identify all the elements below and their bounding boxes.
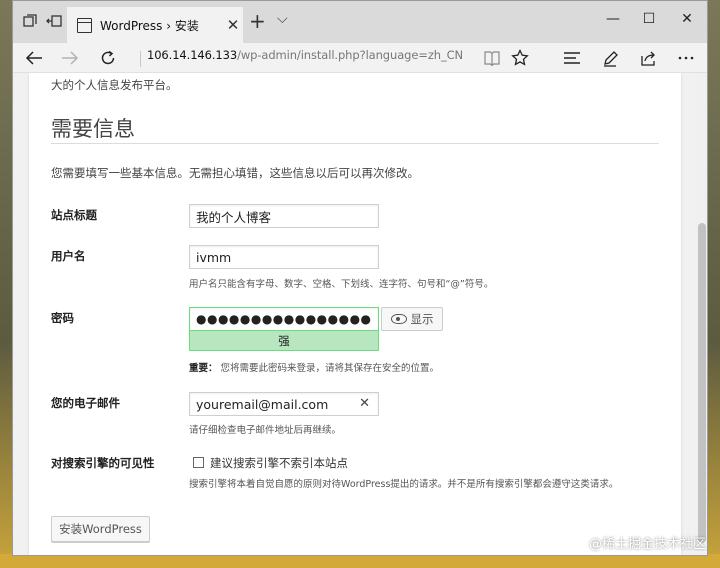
username-label: 用户名 <box>51 249 86 263</box>
maximize-button[interactable]: ☐ <box>637 11 661 27</box>
clear-input-icon[interactable]: ✕ <box>359 396 370 411</box>
web-note-icon[interactable] <box>597 45 623 71</box>
password-label: 密码 <box>51 311 74 325</box>
tab-bar: WordPress › 安装 ✕ + ⌵ — ☐ ✕ <box>13 1 707 43</box>
heading-divider <box>51 143 659 144</box>
password-hint: 重要： 您将需要此密码来登录，请将其保存在安全的位置。 <box>189 360 439 374</box>
site-title-value: 我的个人博客 <box>196 209 272 225</box>
page-viewport: 大的个人信息发布平台。 需要信息 您需要填写一些基本信息。无需担心填错，这些信息… <box>13 73 695 555</box>
install-wordpress-button[interactable]: 安装WordPress <box>51 516 150 542</box>
site-title-input[interactable]: 我的个人博客 <box>189 204 379 228</box>
show-password-button[interactable]: 显示 <box>381 307 443 331</box>
username-hint: 用户名只能含有字母、数字、空格、下划线、连字符、句号和“@”符号。 <box>189 279 494 290</box>
refresh-icon[interactable] <box>95 45 121 71</box>
browser-window: WordPress › 安装 ✕ + ⌵ — ☐ ✕ 106.14.146.13… <box>12 0 708 556</box>
close-window-button[interactable]: ✕ <box>675 11 699 27</box>
visibility-label: 对搜索引擎的可见性 <box>51 456 155 470</box>
page-icon <box>77 17 92 33</box>
more-options-icon[interactable] <box>673 45 699 71</box>
site-title-label: 站点标题 <box>51 208 97 222</box>
desktop-background-bottom <box>0 554 720 568</box>
scrollbar-thumb[interactable] <box>698 223 706 543</box>
page-heading: 需要信息 <box>51 117 135 141</box>
forward-arrow-icon[interactable] <box>57 45 83 71</box>
noindex-checkbox-label[interactable]: 建议搜索引擎不索引本站点 <box>210 455 348 471</box>
email-label: 您的电子邮件 <box>51 396 120 410</box>
share-icon[interactable] <box>635 45 661 71</box>
tab-list-icon[interactable] <box>19 10 41 32</box>
back-arrow-icon[interactable] <box>21 45 47 71</box>
show-password-label: 显示 <box>410 312 434 326</box>
set-aside-tabs-icon[interactable] <box>43 10 65 32</box>
password-hint-important: 重要： <box>189 363 218 374</box>
minimize-button[interactable]: — <box>601 11 625 27</box>
address-bar[interactable]: 106.14.146.133/wp-admin/install.php?lang… <box>147 48 463 62</box>
url-host: 106.14.146.133 <box>147 48 238 62</box>
email-hint: 请仔细检查电子邮件地址后再继续。 <box>189 425 342 436</box>
email-value: youremail@mail.com <box>196 396 329 412</box>
email-input[interactable]: youremail@mail.com ✕ <box>189 392 379 416</box>
username-input[interactable]: ivmm <box>189 245 379 269</box>
tab-title: WordPress › 安装 <box>100 18 199 33</box>
eye-icon <box>390 314 407 324</box>
tab-wordpress-install[interactable]: WordPress › 安装 ✕ <box>67 7 243 43</box>
username-value: ivmm <box>196 249 232 265</box>
navigation-bar: 106.14.146.133/wp-admin/install.php?lang… <box>13 43 707 73</box>
install-form-card: 大的个人信息发布平台。 需要信息 您需要填写一些基本信息。无需担心填错，这些信息… <box>29 73 681 555</box>
reading-view-icon[interactable] <box>479 45 505 71</box>
noindex-checkbox[interactable] <box>193 457 204 468</box>
new-tab-button[interactable]: + <box>249 9 266 33</box>
watermark: @稀土掘金技术社区 <box>588 537 706 552</box>
intro-text: 大的个人信息发布平台。 <box>51 78 178 92</box>
tab-preview-chevron-icon[interactable]: ⌵ <box>277 11 288 27</box>
tab-close-icon[interactable]: ✕ <box>223 16 243 34</box>
password-value: ●●●●●●●●●●●●●●●● <box>196 312 372 326</box>
password-hint-text: 您将需要此密码来登录，请将其保存在安全的位置。 <box>220 363 440 374</box>
desktop-background-right <box>706 0 720 568</box>
password-input[interactable]: ●●●●●●●●●●●●●●●● <box>189 307 379 331</box>
address-separator <box>140 51 141 67</box>
favorite-star-icon[interactable] <box>507 45 533 71</box>
form-description: 您需要填写一些基本信息。无需担心填错，这些信息以后可以再次修改。 <box>51 166 419 180</box>
visibility-hint: 搜索引擎将本着自觉自愿的原则对待WordPress提出的请求。并不是所有搜索引擎… <box>189 479 619 490</box>
url-path: /wp-admin/install.php?language=zh_CN <box>237 48 464 62</box>
vertical-scrollbar[interactable] <box>695 73 707 555</box>
hub-icon[interactable] <box>559 45 585 71</box>
password-strength-meter: 强 <box>189 331 379 351</box>
